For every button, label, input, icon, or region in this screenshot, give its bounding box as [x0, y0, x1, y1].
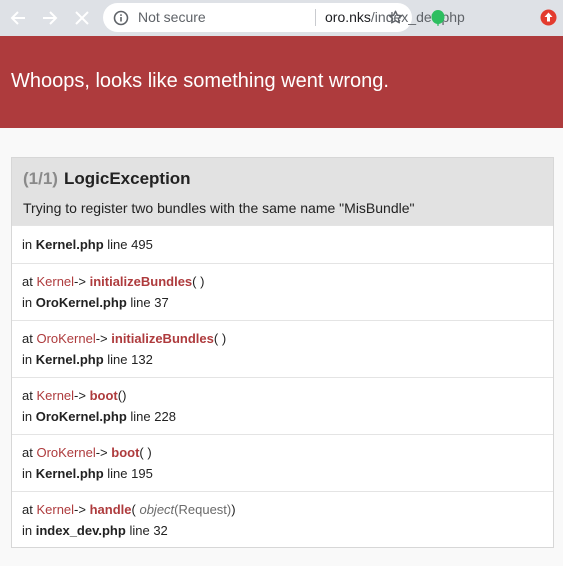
in-label: in — [22, 466, 33, 481]
trace-line-number: 228 — [154, 409, 176, 424]
at-label: at — [22, 445, 33, 460]
trace-frame: at Kernel-> initializeBundles( ) in OroK… — [12, 263, 553, 321]
trace-line-number: 132 — [131, 352, 153, 367]
line-label: line — [130, 295, 151, 310]
trace-frame: in Kernel.php line 495 — [12, 225, 553, 264]
trace-file: Kernel.php — [35, 352, 104, 367]
browser-toolbar: Not secure oro.nks/index_dev.php — [0, 0, 563, 36]
exception-class: LogicException — [64, 169, 191, 188]
trace-arg-value: (Request) — [174, 502, 232, 517]
trace-arrow: -> — [95, 331, 108, 346]
trace-call: at Kernel-> initializeBundles( ) — [22, 274, 204, 289]
trace-arrow: -> — [74, 274, 86, 289]
trace-args-open: ( — [192, 274, 197, 289]
exception-panel: (1/1) LogicException Trying to register … — [11, 157, 554, 548]
trace-arg-type: object — [139, 502, 175, 517]
trace-call: at OroKernel-> boot( ) — [22, 445, 152, 460]
trace-args-close: ) — [221, 331, 227, 346]
url-host[interactable]: oro.nks — [325, 9, 371, 25]
trace-arrow: -> — [74, 502, 86, 517]
url-path[interactable]: /index_dev.php — [371, 9, 465, 25]
trace-file: OroKernel.php — [35, 295, 127, 310]
trace-location: in Kernel.php line 495 — [22, 237, 153, 252]
trace-file: OroKernel.php — [35, 409, 127, 424]
line-label: line — [107, 466, 128, 481]
in-label: in — [22, 409, 33, 424]
trace-frame: at OroKernel-> boot( ) in Kernel.php lin… — [12, 434, 553, 492]
trace-call: at OroKernel-> initializeBundles( ) — [22, 331, 226, 346]
trace-function: initializeBundles — [89, 274, 193, 289]
address-divider — [315, 9, 316, 26]
trace-function: initializeBundles — [111, 331, 214, 346]
back-button[interactable] — [5, 5, 31, 31]
trace-args-close: ) — [231, 502, 236, 517]
trace-class: OroKernel — [36, 331, 96, 346]
trace-frame: at Kernel-> boot() in OroKernel.php line… — [12, 377, 553, 435]
forward-arrow-icon — [43, 11, 58, 25]
line-label: line — [130, 409, 151, 424]
in-label: in — [22, 352, 33, 367]
evernote-extension-icon[interactable] — [430, 9, 446, 27]
forward-button[interactable] — [37, 5, 63, 31]
trace-class: OroKernel — [36, 445, 96, 460]
exception-message: Trying to register two bundles with the … — [23, 200, 415, 216]
trace-file: Kernel.php — [35, 237, 104, 252]
security-label[interactable]: Not secure — [138, 9, 206, 25]
at-label: at — [22, 331, 33, 346]
trace-frame: at Kernel-> handle( object(Request)) in … — [12, 491, 553, 547]
error-header: Whoops, looks like something went wrong. — [0, 36, 563, 128]
trace-location: in OroKernel.php line 37 — [22, 295, 169, 310]
trace-frame: at OroKernel-> initializeBundles( ) in K… — [12, 320, 553, 378]
trace-file: Kernel.php — [35, 466, 104, 481]
trace-args-open: ( — [139, 445, 144, 460]
trace-args-open: ( — [213, 331, 219, 346]
trace-function: handle — [89, 502, 132, 517]
trace-line-number: 32 — [153, 523, 168, 538]
line-label: line — [129, 523, 150, 538]
trace-call: at Kernel-> handle( object(Request)) — [22, 502, 236, 517]
trace-line-number: 37 — [154, 295, 169, 310]
trace-args-open: ( — [131, 502, 136, 517]
trace-class: Kernel — [36, 502, 75, 517]
trace-location: in Kernel.php line 195 — [22, 466, 153, 481]
info-icon[interactable] — [113, 10, 129, 26]
in-label: in — [22, 523, 33, 538]
trace-function: boot — [111, 445, 140, 460]
back-arrow-icon — [10, 11, 25, 25]
address-bar[interactable]: Not secure oro.nks/index_dev.php — [103, 3, 465, 32]
trace-location: in Kernel.php line 132 — [22, 352, 153, 367]
line-label: line — [107, 237, 128, 252]
trace-class: Kernel — [36, 274, 75, 289]
star-icon[interactable] — [387, 9, 404, 26]
stop-button[interactable] — [69, 5, 95, 31]
trace-arrow: -> — [95, 445, 108, 460]
line-label: line — [107, 352, 128, 367]
trace-location: in OroKernel.php line 228 — [22, 409, 176, 424]
update-icon[interactable] — [540, 9, 557, 26]
at-label: at — [22, 274, 33, 289]
trace-args-close: ) — [122, 388, 127, 403]
at-label: at — [22, 388, 33, 403]
at-label: at — [22, 502, 33, 517]
trace-location: in index_dev.php line 32 — [22, 523, 168, 538]
trace-class: Kernel — [36, 388, 75, 403]
trace-arrow: -> — [74, 388, 86, 403]
trace-call: at Kernel-> boot() — [22, 388, 126, 403]
trace-function: boot — [89, 388, 118, 403]
trace-line-number: 195 — [131, 466, 153, 481]
in-label: in — [22, 237, 33, 252]
exception-header: (1/1) LogicException Trying to register … — [12, 158, 553, 225]
trace-file: index_dev.php — [35, 523, 126, 538]
trace-line-number: 495 — [131, 237, 153, 252]
page-title: Whoops, looks like something went wrong. — [11, 70, 389, 92]
close-icon — [75, 11, 89, 25]
trace-args-close: ) — [200, 274, 205, 289]
exception-count: (1/1) — [23, 169, 58, 188]
trace-args-close: ) — [147, 445, 152, 460]
in-label: in — [22, 295, 33, 310]
